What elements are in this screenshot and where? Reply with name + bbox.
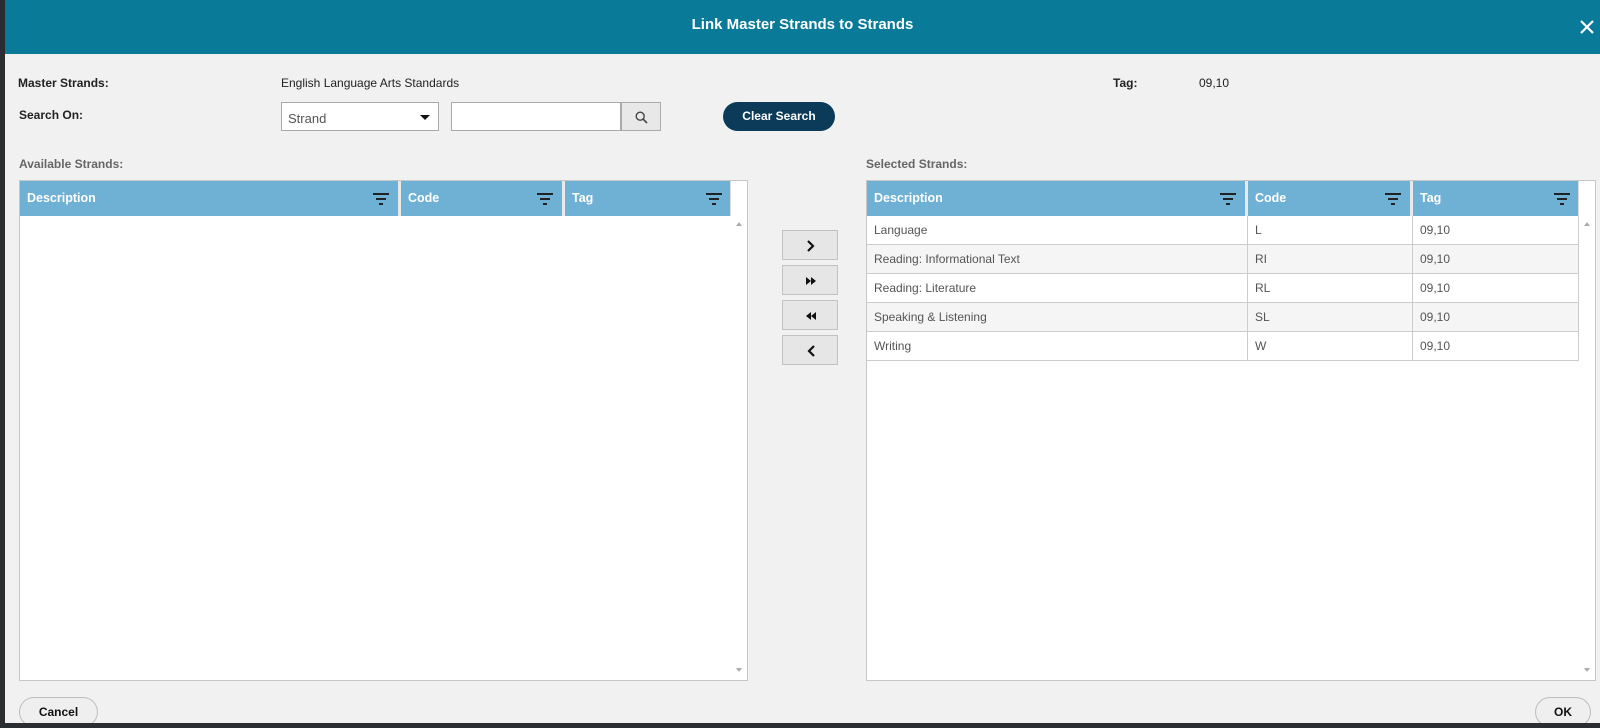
cell-description: Speaking & Listening <box>867 303 1248 332</box>
column-header-code[interactable]: Code <box>401 181 565 216</box>
cell-code: L <box>1248 216 1413 245</box>
available-strands-label: Available Strands: <box>19 157 124 171</box>
column-header-description[interactable]: Description <box>867 181 1248 216</box>
column-header-code[interactable]: Code <box>1248 181 1413 216</box>
cell-code: RL <box>1248 274 1413 303</box>
double-chevron-right-icon <box>806 277 816 285</box>
clear-search-button[interactable]: Clear Search <box>723 102 835 131</box>
search-button[interactable] <box>621 102 661 131</box>
dialog-title: Link Master Strands to Strands <box>691 16 914 33</box>
search-on-select[interactable]: Strand <box>281 102 439 131</box>
cell-code: RI <box>1248 245 1413 274</box>
filter-icon[interactable] <box>537 193 553 205</box>
filter-icon[interactable] <box>1554 193 1570 205</box>
dialog-titlebar: Link Master Strands to Strands <box>5 0 1600 54</box>
cell-tag: 09,10 <box>1413 216 1579 245</box>
cell-tag: 09,10 <box>1413 274 1579 303</box>
grid-header: Description Code Tag <box>20 181 731 216</box>
selected-strands-grid: Description Code Tag Language L 09,10 Re… <box>866 180 1596 681</box>
chevron-left-icon <box>807 345 815 357</box>
cell-description: Reading: Informational Text <box>867 245 1248 274</box>
master-strands-value: English Language Arts Standards <box>281 76 460 90</box>
cell-code: W <box>1248 332 1413 361</box>
ok-button[interactable]: OK <box>1535 697 1591 723</box>
filter-icon[interactable] <box>706 193 722 205</box>
move-selected-right-button[interactable] <box>782 230 838 260</box>
cell-tag: 09,10 <box>1413 303 1579 332</box>
scroll-up-icon[interactable] <box>736 222 742 226</box>
header-scroll-gap <box>730 181 747 216</box>
column-header-description[interactable]: Description <box>20 181 401 216</box>
cell-description: Writing <box>867 332 1248 361</box>
search-input[interactable] <box>451 102 621 131</box>
available-strands-grid: Description Code Tag <box>19 180 748 681</box>
search-on-selected-value: Strand <box>288 111 327 126</box>
vertical-scrollbar[interactable] <box>731 216 747 680</box>
cell-tag: 09,10 <box>1413 245 1579 274</box>
header-scroll-gap <box>1578 181 1595 216</box>
search-on-label: Search On: <box>19 108 84 122</box>
cell-tag: 09,10 <box>1413 332 1579 361</box>
scroll-up-icon[interactable] <box>1584 222 1590 226</box>
scroll-down-icon[interactable] <box>736 668 742 672</box>
tag-value: 09,10 <box>1199 76 1230 90</box>
column-header-tag[interactable]: Tag <box>565 181 731 216</box>
chevron-right-icon <box>807 240 815 252</box>
close-icon[interactable] <box>1576 16 1598 38</box>
tag-label: Tag: <box>1113 76 1138 90</box>
filter-icon[interactable] <box>373 193 389 205</box>
scroll-down-icon[interactable] <box>1584 668 1590 672</box>
filter-icon[interactable] <box>1220 193 1236 205</box>
move-selected-left-button[interactable] <box>782 335 838 365</box>
cell-description: Language <box>867 216 1248 245</box>
cell-code: SL <box>1248 303 1413 332</box>
double-chevron-left-icon <box>806 312 816 320</box>
cancel-button[interactable]: Cancel <box>19 697 98 723</box>
dropdown-caret-icon <box>420 115 430 120</box>
vertical-scrollbar[interactable] <box>1579 216 1595 680</box>
master-strands-label: Master Strands: <box>18 76 109 90</box>
move-all-right-button[interactable] <box>782 265 838 295</box>
grid-header: Description Code Tag <box>867 181 1579 216</box>
link-strands-dialog: Link Master Strands to Strands Master St… <box>5 0 1600 723</box>
move-all-left-button[interactable] <box>782 300 838 330</box>
search-icon <box>635 111 648 124</box>
selected-strands-label: Selected Strands: <box>866 157 968 171</box>
column-header-tag[interactable]: Tag <box>1413 181 1579 216</box>
filter-icon[interactable] <box>1385 193 1401 205</box>
cell-description: Reading: Literature <box>867 274 1248 303</box>
